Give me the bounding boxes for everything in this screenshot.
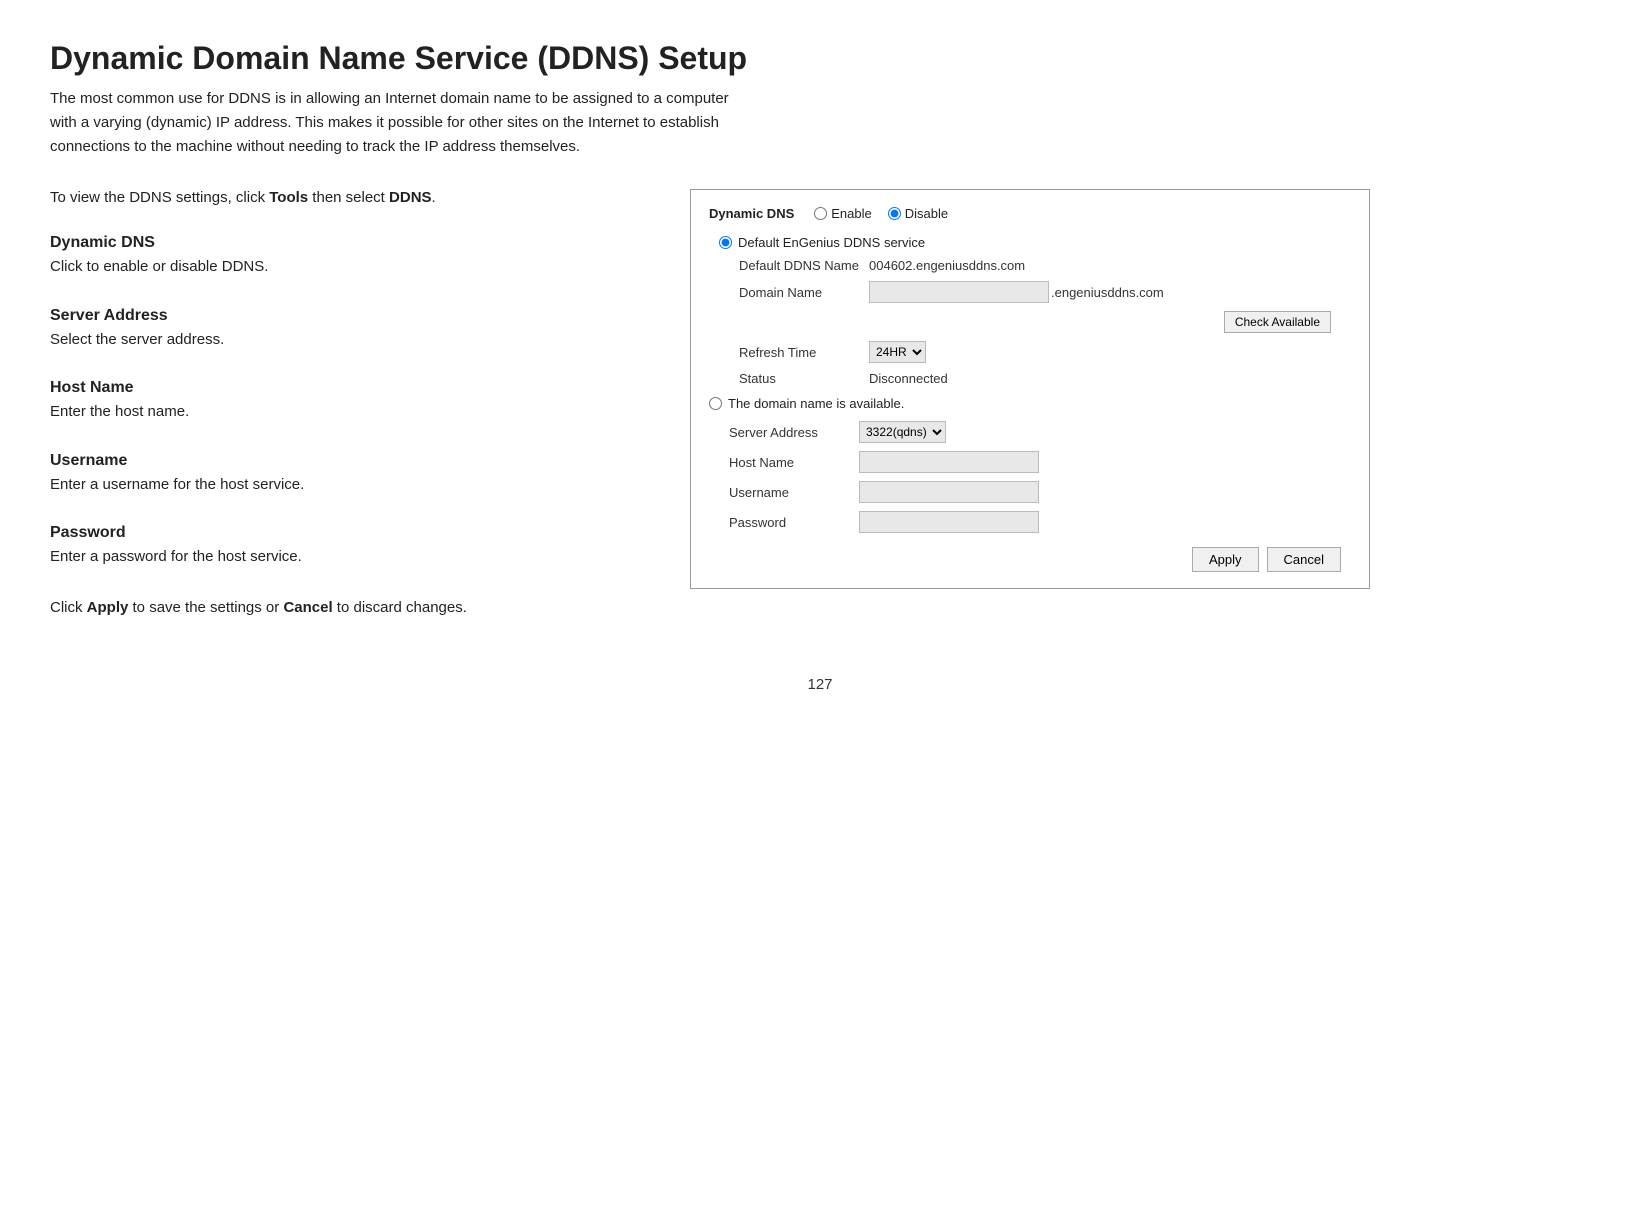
refresh-time-select[interactable]: 24HR 12HR 6HR 1HR	[869, 341, 926, 363]
enable-label: Enable	[831, 206, 871, 221]
username-input[interactable]	[859, 481, 1039, 503]
section-title-username: Username	[50, 452, 650, 470]
server-address-label: Server Address	[729, 425, 859, 440]
apply-button[interactable]: Apply	[1192, 547, 1259, 572]
username-row: Username	[729, 481, 1351, 503]
section-dynamic-dns: Dynamic DNS Click to enable or disable D…	[50, 234, 650, 279]
check-available-button[interactable]: Check Available	[1224, 311, 1331, 333]
service-section: Default EnGenius DDNS service Default DD…	[719, 235, 1351, 386]
page-number: 127	[50, 676, 1590, 693]
default-ddns-name-label: Default DDNS Name	[739, 258, 869, 273]
disable-label: Disable	[905, 206, 948, 221]
enable-disable-group: Enable Disable	[814, 206, 948, 221]
default-ddns-name-row: Default DDNS Name 004602.engeniusddns.co…	[739, 258, 1351, 273]
password-row: Password	[729, 511, 1351, 533]
section-username: Username Enter a username for the host s…	[50, 452, 650, 497]
domain-available-row: The domain name is available.	[709, 396, 1351, 411]
right-panel: Dynamic DNS Enable Disable Default E	[690, 189, 1370, 589]
settings-box: Dynamic DNS Enable Disable Default E	[690, 189, 1370, 589]
host-name-label: Host Name	[729, 455, 859, 470]
username-label: Username	[729, 485, 859, 500]
section-desc-username: Enter a username for the host service.	[50, 474, 650, 497]
disable-radio[interactable]	[888, 207, 901, 220]
bottom-buttons: Apply Cancel	[709, 547, 1351, 572]
domain-available-label: The domain name is available.	[728, 396, 904, 411]
left-panel: To view the DDNS settings, click Tools t…	[50, 189, 650, 616]
page-title: Dynamic Domain Name Service (DDNS) Setup	[50, 40, 1590, 77]
default-service-row: Default EnGenius DDNS service	[719, 235, 1351, 250]
ddns-header: Dynamic DNS Enable Disable	[709, 206, 1351, 221]
section-host-name: Host Name Enter the host name.	[50, 379, 650, 424]
refresh-time-label: Refresh Time	[739, 345, 869, 360]
domain-name-label: Domain Name	[739, 285, 869, 300]
server-address-select[interactable]: 3322(qdns) DynDNS No-IP	[859, 421, 946, 443]
default-service-label: Default EnGenius DDNS service	[738, 235, 925, 250]
section-desc-dynamic-dns: Click to enable or disable DDNS.	[50, 256, 650, 279]
disable-option[interactable]: Disable	[888, 206, 948, 221]
section-title-password: Password	[50, 524, 650, 542]
section-server-address: Server Address Select the server address…	[50, 307, 650, 352]
ddns-title-label: Dynamic DNS	[709, 206, 794, 221]
host-name-input[interactable]	[859, 451, 1039, 473]
status-label: Status	[739, 371, 869, 386]
section-desc-password: Enter a password for the host service.	[50, 546, 650, 569]
domain-suffix: .engeniusddns.com	[1051, 285, 1164, 300]
enable-option[interactable]: Enable	[814, 206, 871, 221]
section-title-host-name: Host Name	[50, 379, 650, 397]
password-input[interactable]	[859, 511, 1039, 533]
footer-note: Click Apply to save the settings or Canc…	[50, 599, 650, 616]
section-desc-server-address: Select the server address.	[50, 329, 650, 352]
cancel-button[interactable]: Cancel	[1267, 547, 1341, 572]
instruction-line: To view the DDNS settings, click Tools t…	[50, 189, 650, 206]
domain-available-radio[interactable]	[709, 397, 722, 410]
section-title-dynamic-dns: Dynamic DNS	[50, 234, 650, 252]
default-service-radio[interactable]	[719, 236, 732, 249]
section-password: Password Enter a password for the host s…	[50, 524, 650, 569]
host-name-row: Host Name	[729, 451, 1351, 473]
refresh-time-row: Refresh Time 24HR 12HR 6HR 1HR	[739, 341, 1351, 363]
section-title-server-address: Server Address	[50, 307, 650, 325]
domain-name-row: Domain Name .engeniusddns.com	[739, 281, 1351, 303]
password-label: Password	[729, 515, 859, 530]
status-value: Disconnected	[869, 371, 948, 386]
enable-radio[interactable]	[814, 207, 827, 220]
check-available-row: Check Available	[719, 311, 1341, 333]
domain-name-input[interactable]	[869, 281, 1049, 303]
section-desc-host-name: Enter the host name.	[50, 401, 650, 424]
default-ddns-name-value: 004602.engeniusddns.com	[869, 258, 1025, 273]
server-address-row: Server Address 3322(qdns) DynDNS No-IP	[729, 421, 1351, 443]
intro-text: The most common use for DDNS is in allow…	[50, 87, 750, 159]
status-row: Status Disconnected	[739, 371, 1351, 386]
